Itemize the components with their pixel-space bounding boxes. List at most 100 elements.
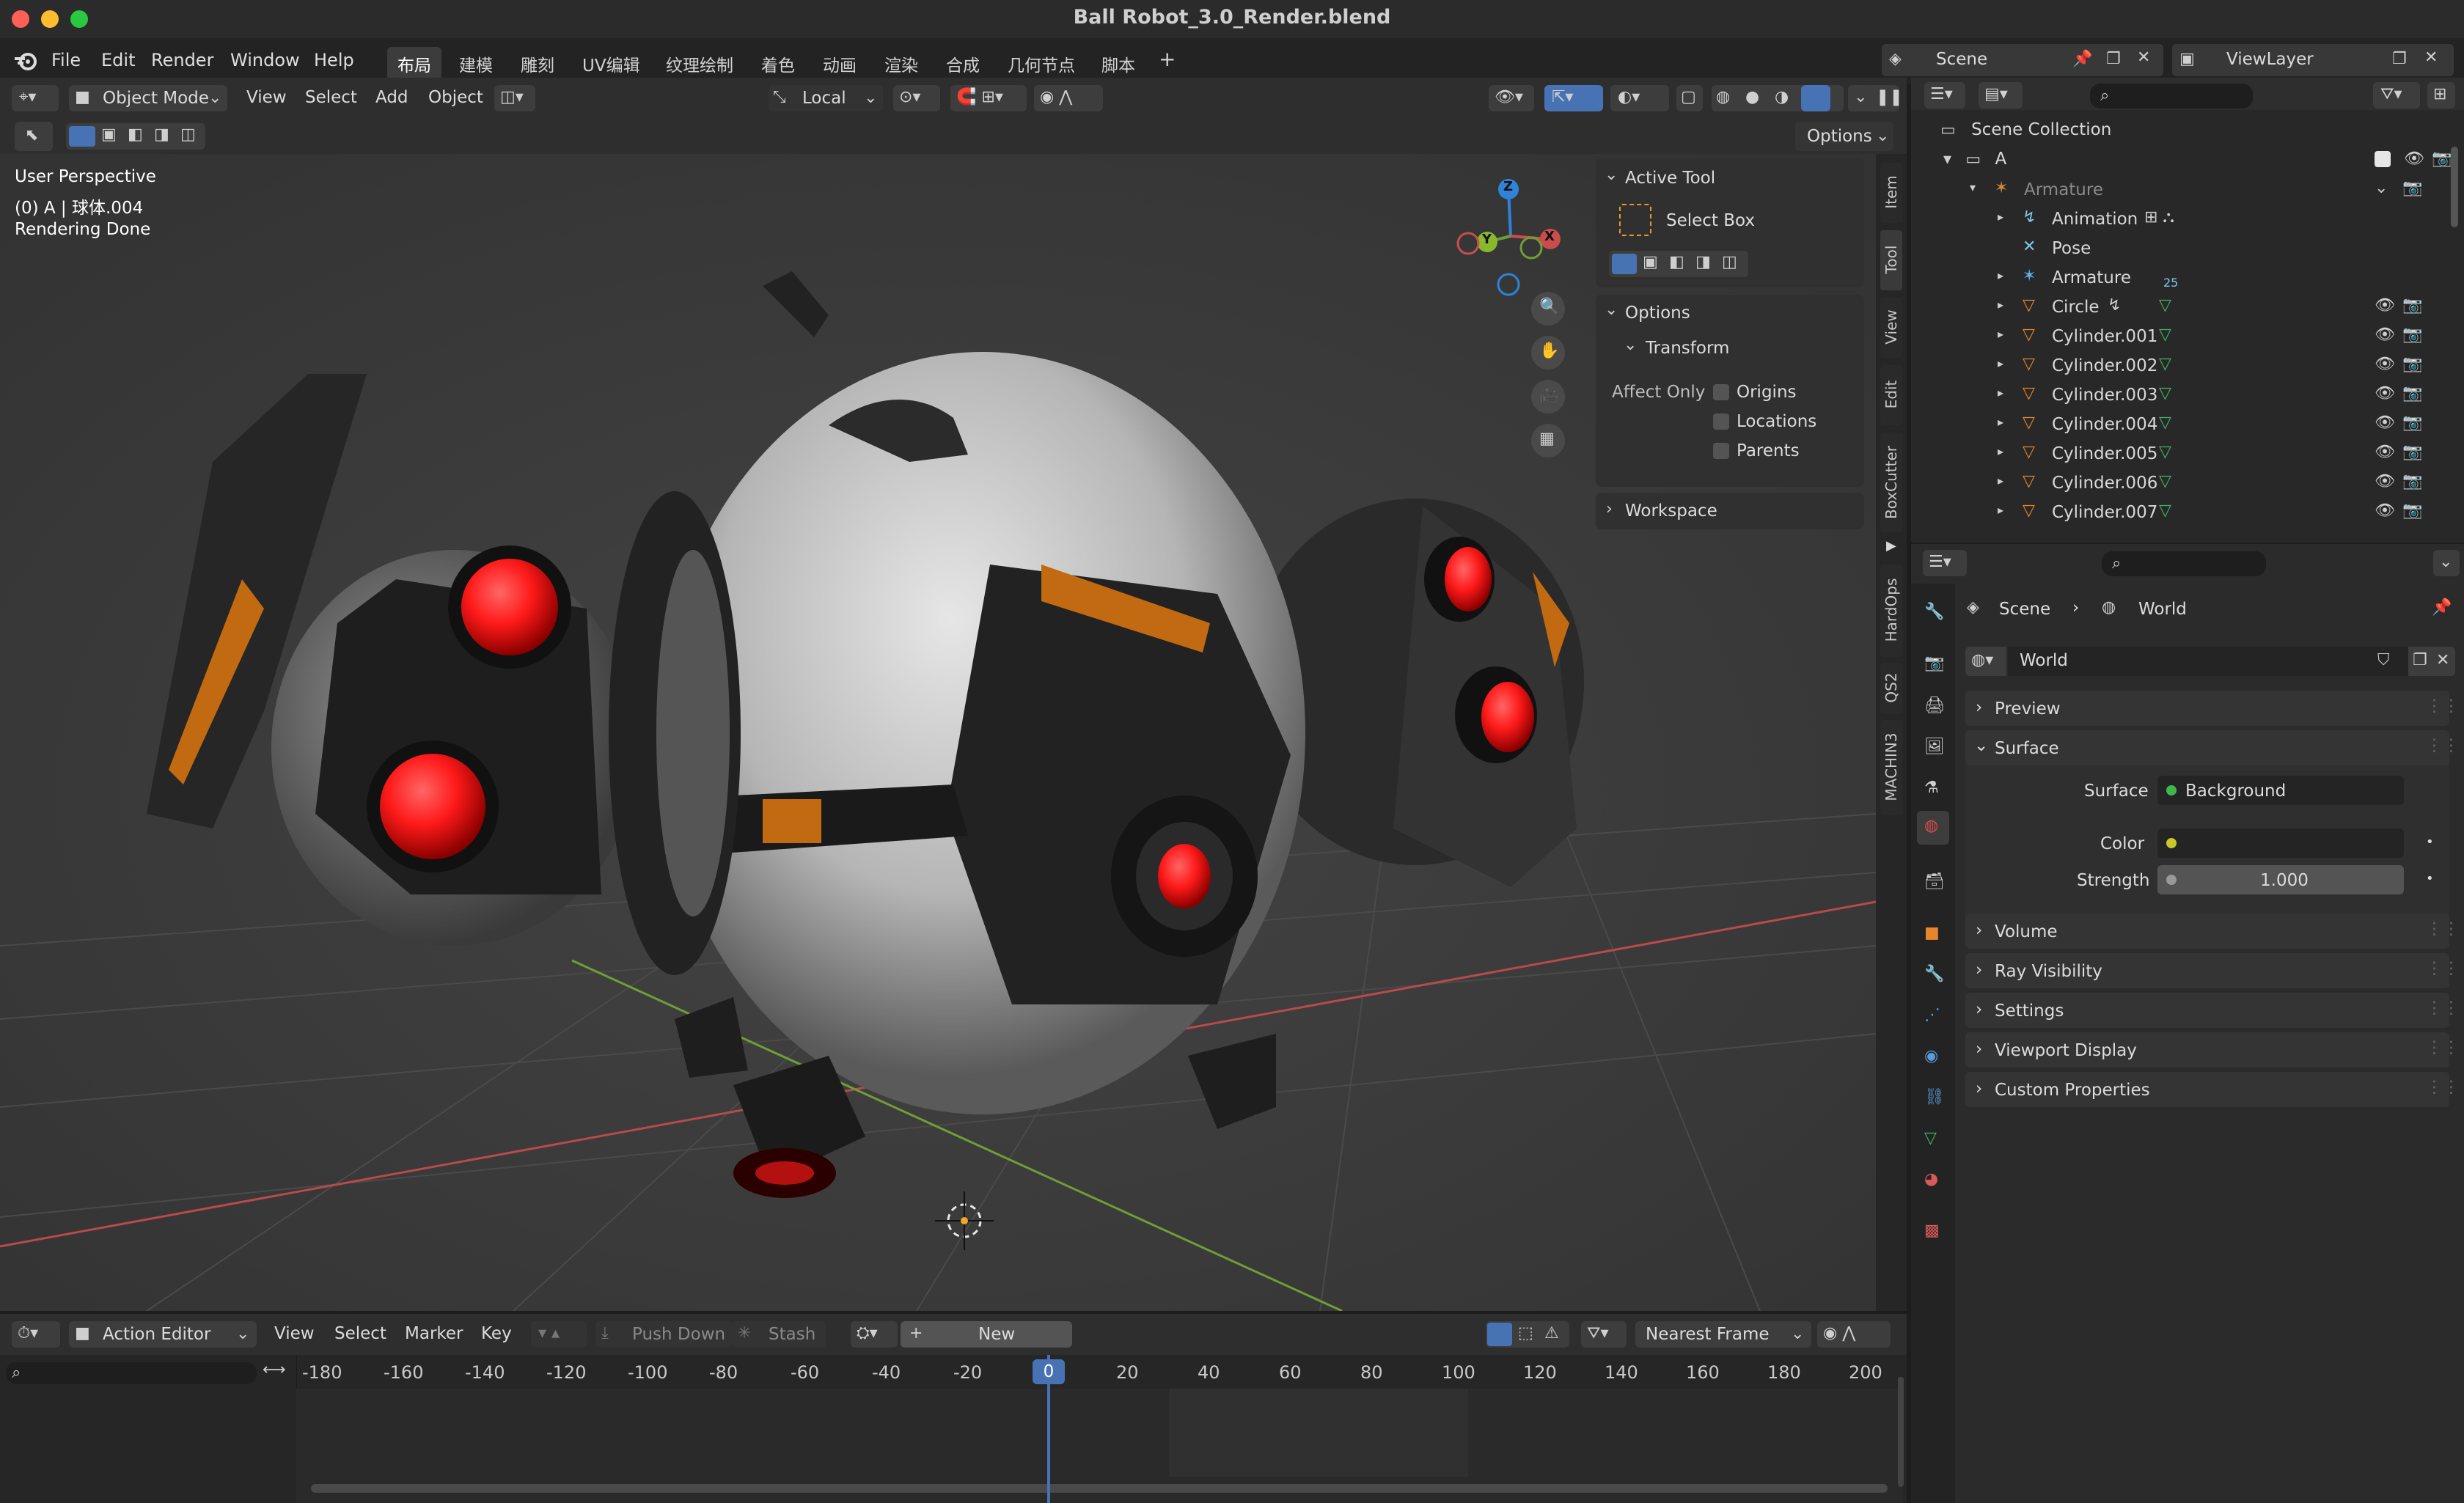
timeline-menu-select[interactable]: Select — [334, 1324, 386, 1343]
drag-handle-icon[interactable]: ⋮⋮ — [2426, 1078, 2460, 1097]
show-hidden-icon[interactable]: ⬚ — [1518, 1324, 1533, 1342]
world-properties-tab[interactable]: ◍ — [1917, 811, 1949, 845]
select-extend-icon[interactable]: ▣ — [101, 125, 117, 144]
pivot-point-button[interactable]: ⊙▾ — [893, 85, 940, 111]
section-ray-visibility[interactable]: › Ray Visibility ⋮⋮ — [1965, 953, 2460, 988]
camera-icon[interactable]: 📷 — [2402, 179, 2422, 197]
eye-icon[interactable]: 👁 — [2375, 443, 2395, 461]
keyframe-dot-icon[interactable]: • — [2426, 834, 2434, 850]
xray-toggle-button[interactable]: ▢ — [1676, 85, 1703, 111]
eye-icon[interactable]: 👁 — [2375, 296, 2395, 315]
mesh-data-icon[interactable]: ▽ — [2159, 443, 2171, 461]
fake-user-shield-icon[interactable]: ⛉ — [2377, 651, 2390, 669]
workspace-tab-modeling[interactable]: 建模 — [449, 47, 503, 81]
render-properties-icon[interactable]: 📷 — [1924, 654, 1944, 672]
eye-icon[interactable]: 👁 — [2375, 501, 2395, 520]
perspective-toggle-icon[interactable]: ▦ — [1531, 424, 1565, 457]
drag-handle-icon[interactable]: ⋮⋮ — [2426, 736, 2460, 755]
overlays-toggle-button[interactable]: ◐▾ — [1610, 85, 1669, 111]
workspace-tab-rendering[interactable]: 渲染 — [874, 47, 928, 81]
section-preview[interactable]: › Preview ⋮⋮ — [1965, 691, 2460, 726]
delete-viewlayer-icon[interactable]: ✕ — [2424, 48, 2438, 67]
select-subtract-icon[interactable]: ◧ — [128, 125, 143, 144]
workspace-tab-geometry-nodes[interactable]: 几何节点 — [997, 47, 1085, 81]
play-icon[interactable]: ▶ — [1886, 538, 1896, 554]
new-collection-button[interactable]: ⊞ — [2427, 82, 2455, 109]
select-extend-icon[interactable]: ▣ — [1643, 253, 1658, 271]
pause-render-button[interactable]: ❚❚ — [1867, 85, 1903, 111]
channel-search-input[interactable]: ⌕ — [6, 1362, 257, 1384]
workspace-panel[interactable]: › Workspace — [1596, 493, 1864, 529]
collection-a-row[interactable]: ▾ ▭ A 👁 📷 — [1943, 150, 2457, 179]
outliner-row[interactable]: ▸ ▽ Cylinder.002 ▽ 👁 📷 — [1970, 353, 2454, 383]
drag-handle-icon[interactable]: ⋮⋮ — [2426, 697, 2460, 716]
viewport-menu-object[interactable]: Object — [428, 88, 483, 107]
particles-properties-icon[interactable]: ⋰ — [1924, 1006, 1940, 1024]
push-down-button[interactable]: ⤓ Push Down — [595, 1321, 732, 1348]
swap-arrows-icon[interactable]: ⟷ — [263, 1361, 286, 1379]
data-properties-icon[interactable]: ▽ — [1924, 1129, 1937, 1147]
properties-editor-type[interactable]: ☰▾ — [1923, 550, 1967, 576]
options-title[interactable]: Options — [1625, 304, 1690, 323]
outliner-row[interactable]: ▾ ✶ Armature ⌄ 📷 — [1970, 177, 2454, 207]
action-data-icon[interactable]: ⊞ ⛬ — [2144, 208, 2174, 227]
mesh-data-icon[interactable]: ▽ — [2159, 326, 2171, 344]
select-invert-icon[interactable]: ◨ — [154, 125, 169, 144]
tab-machin3[interactable]: MACHIN3 — [1880, 720, 1902, 815]
blender-logo-icon[interactable] — [13, 48, 38, 73]
current-frame-indicator[interactable]: 0 — [1033, 1359, 1065, 1384]
camera-icon[interactable]: 📷 — [2432, 150, 2452, 168]
drag-handle-icon[interactable]: ⋮⋮ — [2426, 999, 2460, 1018]
visibility-button[interactable]: 👁▾ — [1489, 85, 1534, 111]
transform-orientation-dropdown[interactable]: ⤡ Local ⌄ — [769, 85, 883, 111]
modifier-properties-icon[interactable]: 🔧 — [1924, 965, 1944, 983]
world-datablock-selector[interactable]: ◍▾ World ⛉ ❐ ✕ — [1965, 647, 2455, 676]
workspace-tab-compositing[interactable]: 合成 — [936, 47, 990, 81]
selection-mode-buttons[interactable]: ▣ ◧ ◨ ◫ — [66, 123, 205, 150]
camera-icon[interactable]: 📷 — [2402, 326, 2422, 344]
mesh-data-icon[interactable]: ▽ — [2159, 296, 2171, 315]
collection-properties-icon[interactable]: 🗃 — [1924, 872, 1945, 891]
outliner-row[interactable]: ▸ ▽ Cylinder.003 ▽ 👁 📷 — [1970, 383, 2454, 412]
chevron-down-icon[interactable]: ⌄ — [1605, 166, 1618, 184]
only-errors-icon[interactable]: ⚠ — [1544, 1324, 1559, 1342]
workspace-tab-texture-paint[interactable]: 纹理绘制 — [656, 47, 744, 81]
camera-icon[interactable]: 📷 — [2402, 472, 2422, 490]
transform-subpanel-title[interactable]: Transform — [1646, 339, 1729, 358]
tab-view[interactable]: View — [1880, 298, 1902, 358]
editor-type-button[interactable]: ⌖▾ — [12, 85, 59, 111]
proportional-edit-button[interactable]: ◉ ⋀ — [1817, 1321, 1891, 1348]
outliner-scrollbar[interactable] — [2451, 147, 2458, 227]
outliner-row[interactable]: ▸ ▽ Cylinder.001 ▽ 👁 📷 — [1970, 324, 2454, 353]
timeline-menu-key[interactable]: Key — [481, 1324, 512, 1343]
mesh-data-icon[interactable]: ▽ — [2159, 355, 2171, 373]
select-subtract-icon[interactable]: ◧ — [1669, 253, 1684, 271]
viewport-menu-select[interactable]: Select — [305, 88, 357, 107]
timeline-menu-marker[interactable]: Marker — [405, 1324, 463, 1343]
eye-icon[interactable]: 👁 — [2375, 355, 2395, 373]
section-viewport-display[interactable]: › Viewport Display ⋮⋮ — [1965, 1032, 2460, 1067]
chevron-down-icon[interactable]: ⌄ — [1605, 301, 1618, 319]
camera-icon[interactable]: 📷 — [2402, 443, 2422, 461]
tool-properties-icon[interactable]: 🔧 — [1924, 603, 1944, 621]
object-mode-dropdown[interactable]: ■ Object Mode ⌄ — [69, 85, 227, 111]
duplicate-world-icon[interactable]: ❐ — [2413, 651, 2427, 669]
viewlayer-selector[interactable]: ▣ ViewLayer ❐ ✕ — [2172, 44, 2454, 76]
snap-button[interactable]: 🧲 ⊞▾ — [950, 85, 1027, 111]
camera-icon[interactable]: 📷 — [2402, 296, 2422, 315]
eye-icon[interactable]: 👁 — [2375, 326, 2395, 344]
collapse-arrow-icon[interactable]: ▸ — [1998, 386, 2003, 400]
3d-viewport[interactable]: User Perspective (0) A | 球体.004 Renderin… — [0, 154, 1876, 1311]
mesh-data-icon[interactable]: ▽ — [2159, 501, 2171, 520]
collapse-arrow-icon[interactable]: ▸ — [1998, 356, 2003, 370]
active-tool-selection-modes[interactable]: ▣ ◧ ◨ ◫ — [1609, 251, 1748, 277]
unlink-world-icon[interactable]: ✕ — [2436, 651, 2449, 669]
outliner-filter-button[interactable]: ⛛▾ — [2373, 82, 2420, 109]
tab-qs2[interactable]: QS2 — [1880, 663, 1902, 714]
expand-arrow-icon[interactable]: ▾ — [1943, 150, 1951, 169]
section-settings[interactable]: › Settings ⋮⋮ — [1965, 993, 2460, 1028]
outliner-row[interactable]: ▸ ▽ Cylinder.004 ▽ 👁 📷 — [1970, 412, 2454, 441]
parents-checkbox[interactable] — [1713, 443, 1729, 459]
collapse-arrow-icon[interactable]: ▸ — [1998, 298, 2003, 312]
add-workspace-button[interactable]: + — [1148, 43, 1186, 76]
